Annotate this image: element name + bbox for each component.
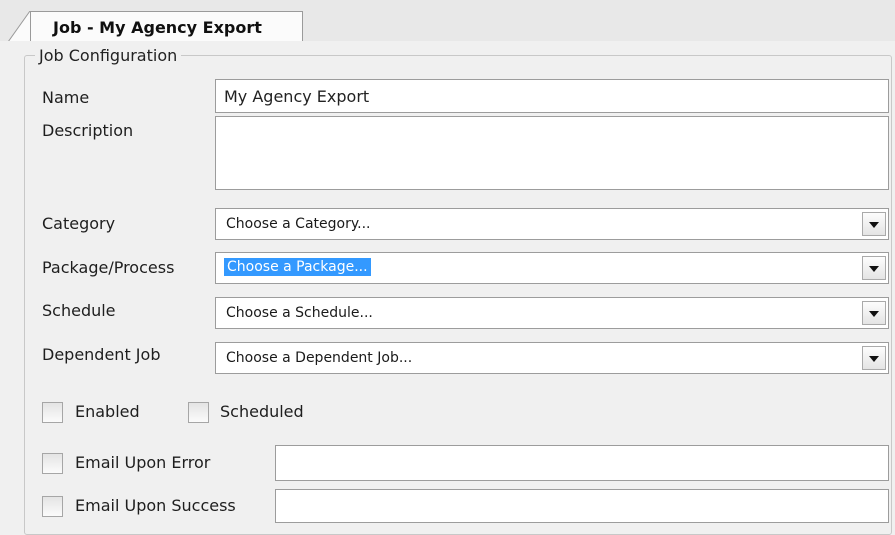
name-field[interactable] <box>215 79 889 113</box>
dependent-job-select[interactable]: Choose a Dependent Job... <box>215 342 889 374</box>
email-error-field[interactable] <box>275 445 889 481</box>
category-dropdown-button[interactable] <box>862 212 886 236</box>
schedule-select[interactable]: Choose a Schedule... <box>215 297 889 329</box>
chevron-down-icon <box>869 222 879 228</box>
package-select[interactable]: Choose a Package... <box>215 252 889 284</box>
schedule-dropdown-button[interactable] <box>862 301 886 325</box>
scheduled-checkbox[interactable] <box>188 402 209 423</box>
category-select-value: Choose a Category... <box>226 216 371 232</box>
schedule-select-value: Choose a Schedule... <box>226 305 373 321</box>
dependent-job-select-value: Choose a Dependent Job... <box>226 350 413 366</box>
job-panel: Job Configuration Name Description Categ… <box>0 41 895 535</box>
enabled-label[interactable]: Enabled <box>75 402 140 421</box>
email-success-checkbox[interactable] <box>42 496 63 517</box>
email-success-field[interactable] <box>275 489 889 523</box>
dependent-job-dropdown-button[interactable] <box>862 346 886 370</box>
scheduled-label[interactable]: Scheduled <box>220 402 304 421</box>
package-select-value: Choose a Package... <box>224 258 371 276</box>
tab-strip: Job - My Agency Export <box>0 0 895 42</box>
email-error-checkbox[interactable] <box>42 453 63 474</box>
description-label: Description <box>42 121 134 140</box>
chevron-down-icon <box>869 356 879 362</box>
package-label: Package/Process <box>42 258 175 277</box>
dependent-job-label: Dependent Job <box>42 345 161 364</box>
schedule-label: Schedule <box>42 301 116 320</box>
email-success-label[interactable]: Email Upon Success <box>75 496 236 515</box>
package-dropdown-button[interactable] <box>862 256 886 280</box>
chevron-down-icon <box>869 266 879 272</box>
enabled-checkbox[interactable] <box>42 402 63 423</box>
category-label: Category <box>42 214 116 233</box>
description-field[interactable] <box>215 116 889 190</box>
tab-job[interactable]: Job - My Agency Export <box>30 11 303 42</box>
group-title: Job Configuration <box>35 46 182 65</box>
chevron-down-icon <box>869 311 879 317</box>
tab-label: Job - My Agency Export <box>53 18 262 37</box>
email-error-label[interactable]: Email Upon Error <box>75 453 210 472</box>
name-label: Name <box>42 88 90 107</box>
category-select[interactable]: Choose a Category... <box>215 208 889 240</box>
